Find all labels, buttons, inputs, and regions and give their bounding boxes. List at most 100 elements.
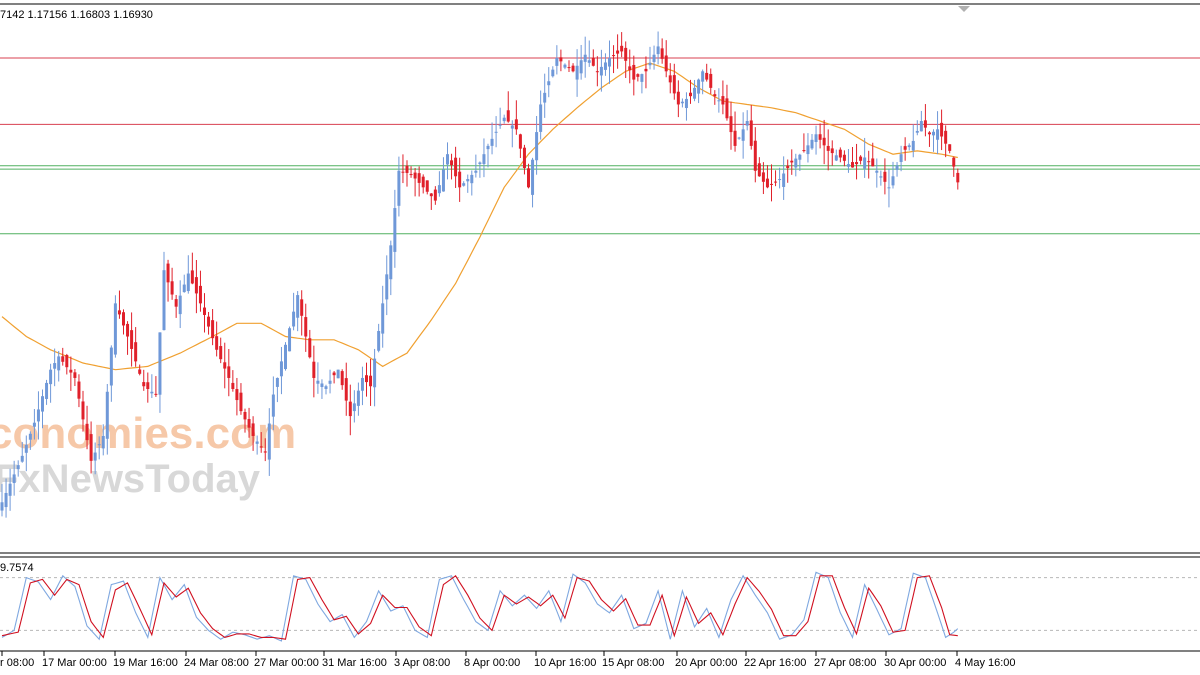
bull-candle [482, 154, 486, 165]
bull-candle [377, 330, 381, 351]
bear-candle [409, 174, 413, 176]
bear-candle [636, 74, 640, 77]
bull-candle [255, 441, 259, 444]
bull-candle [36, 409, 40, 422]
bull-candle [907, 145, 911, 148]
bull-candle [288, 328, 292, 352]
bear-candle [247, 419, 251, 428]
x-tick-label: 4 May 16:00 [955, 657, 1016, 669]
bull-candle [510, 125, 514, 129]
bull-candle [915, 130, 919, 133]
bull-candle [178, 295, 182, 315]
x-axis-ticks: r 08:00 17 Mar 00:00 19 Mar 16:00 24 Mar 08… [0, 651, 1016, 669]
bear-candle [624, 47, 628, 61]
bear-candle [644, 68, 648, 72]
shift-marker-icon[interactable] [958, 6, 970, 12]
bear-candle [365, 375, 368, 383]
bull-candle [693, 87, 697, 99]
bull-candle [911, 140, 915, 151]
bear-candle [401, 171, 405, 173]
bear-candle [790, 160, 794, 163]
bear-candle [757, 163, 761, 177]
bull-candle [275, 377, 279, 387]
bull-candle [490, 138, 494, 146]
bull-candle [899, 154, 903, 162]
bear-candle [612, 55, 616, 57]
bear-candle [61, 356, 65, 362]
bear-candle [433, 189, 437, 201]
bear-candle [883, 171, 887, 182]
bull-candle [41, 396, 44, 412]
bear-candle [838, 149, 842, 158]
bull-candle [806, 145, 810, 155]
bear-candle [130, 330, 134, 349]
bear-candle [786, 165, 790, 168]
bear-candle [65, 355, 69, 368]
bear-candle [134, 342, 138, 362]
bear-candle [194, 277, 198, 294]
bull-candle [446, 154, 449, 165]
bear-candle [903, 146, 907, 150]
x-tick-label: 27 Apr 08:00 [814, 657, 876, 669]
bull-candle [466, 179, 470, 182]
bear-candle [518, 134, 522, 149]
bull-candle [697, 79, 701, 94]
bear-candle [948, 144, 952, 151]
bear-candle [304, 317, 308, 337]
bull-candle [57, 356, 61, 371]
bear-candle [753, 140, 757, 171]
bear-candle [527, 168, 530, 188]
bull-candle [279, 361, 283, 377]
bear-candle [259, 446, 263, 448]
bear-candle [826, 145, 830, 151]
bear-candle [923, 120, 927, 128]
bear-candle [632, 64, 636, 80]
bear-candle [77, 381, 81, 399]
ma-line [1, 62, 958, 371]
bear-candle [620, 45, 624, 52]
bull-candle [373, 358, 377, 388]
bull-candle [150, 391, 154, 394]
bull-candle [603, 62, 607, 70]
bear-candle [859, 156, 863, 161]
x-tick-label: 30 Apr 00:00 [884, 657, 946, 669]
bear-candle [591, 57, 595, 66]
bear-candle [559, 57, 563, 62]
bull-candle [93, 452, 97, 461]
bear-candle [223, 362, 227, 369]
bear-candle [940, 122, 944, 137]
moving-average [1, 62, 958, 371]
bear-candle [522, 147, 526, 168]
bear-candle [567, 67, 571, 69]
bear-candle [952, 157, 956, 167]
bear-candle [668, 75, 672, 83]
bull-candle [12, 474, 16, 483]
bull-candle [113, 303, 117, 355]
bull-candle [381, 303, 385, 334]
bear-candle [215, 336, 219, 350]
bear-candle [344, 378, 348, 401]
bull-candle [555, 58, 559, 66]
bull-candle [267, 423, 271, 460]
bear-candle [733, 130, 737, 146]
bull-candle [701, 71, 705, 82]
indicator-header: 9.7574 [0, 562, 34, 574]
bear-candle [227, 366, 231, 378]
bear-candle [514, 119, 518, 130]
bull-candle [4, 492, 8, 508]
bear-candle [729, 116, 733, 133]
bull-candle [16, 465, 20, 470]
bear-candle [956, 172, 960, 183]
bull-candle [551, 69, 555, 77]
bear-candle [944, 130, 948, 144]
bull-candle [810, 139, 814, 149]
bull-candle [316, 380, 320, 384]
bear-candle [348, 401, 352, 417]
bull-candle [45, 382, 49, 399]
bear-candle [174, 299, 178, 307]
bull-candle [648, 63, 652, 66]
x-tick-label: 15 Apr 08:00 [602, 657, 664, 669]
bull-candle [105, 391, 109, 439]
bull-candle [328, 380, 332, 384]
x-tick-label: 22 Apr 16:00 [744, 657, 806, 669]
